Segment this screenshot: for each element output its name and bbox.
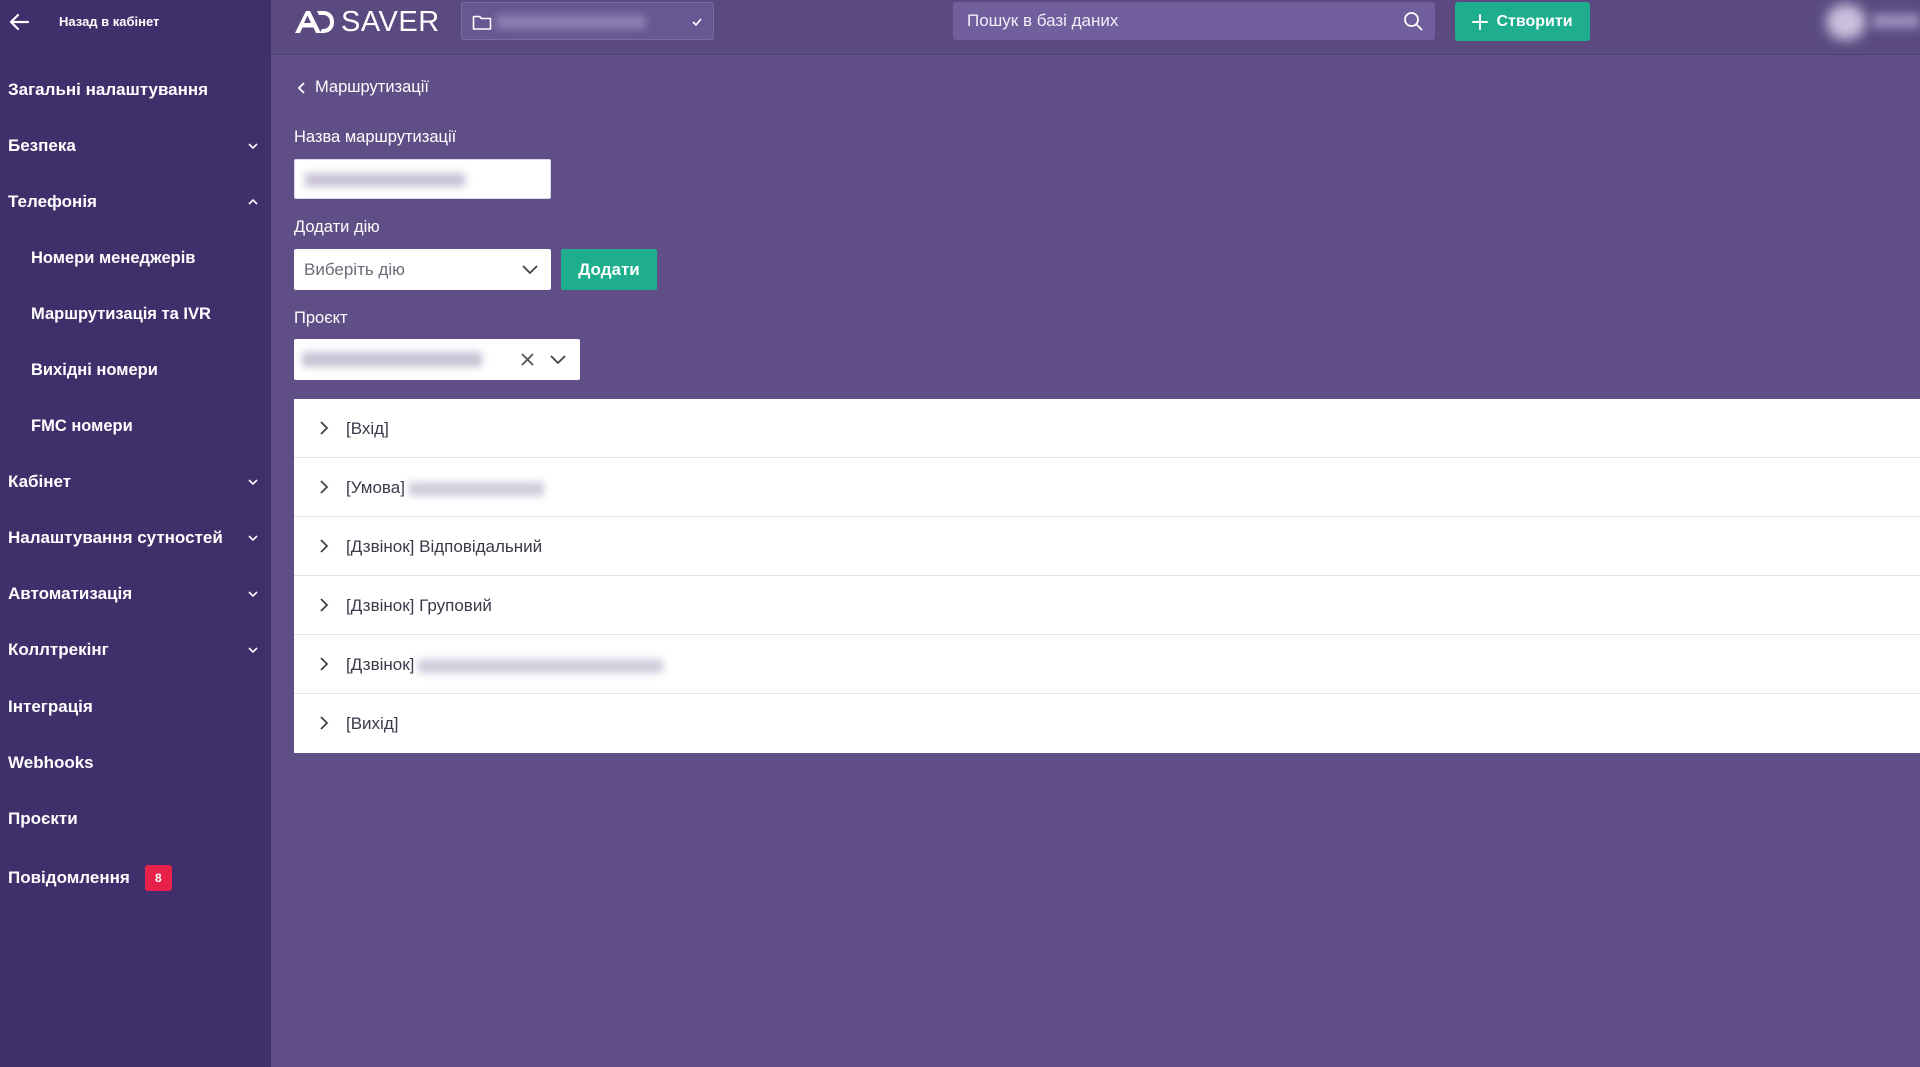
sidebar-item-label: Безпека (8, 136, 76, 155)
check-icon (692, 18, 702, 27)
sidebar-item-entity-settings[interactable]: Налаштування сутностей (0, 518, 271, 558)
avatar[interactable] (1826, 4, 1866, 40)
step-label: [Вихід] (346, 714, 399, 733)
logo[interactable]: SAVER (293, 6, 440, 38)
sidebar-item-label: Вихідні номери (31, 360, 158, 379)
step-label: [Дзвінок] Груповий (346, 596, 492, 615)
sidebar-item-routing-ivr[interactable]: Маршрутизація та IVR (0, 294, 271, 334)
routing-name-redacted (305, 173, 465, 187)
sidebar-item-cabinet[interactable]: Кабінет (0, 462, 271, 502)
search-icon[interactable] (1403, 11, 1423, 31)
chevron-down-icon (248, 647, 258, 654)
add-action-label: Додати дію (294, 218, 380, 236)
sidebar-item-integration[interactable]: Інтеграція (0, 687, 271, 727)
sidebar-item-automation[interactable]: Автоматизація (0, 574, 271, 614)
sidebar-item-manager-numbers[interactable]: Номери менеджерів (0, 238, 271, 278)
routing-steps-list: [Вхід] [Умова] [Дзвінок] Відповідальний … (294, 399, 1920, 753)
sidebar-item-fmc-numbers[interactable]: FMC номери (0, 406, 271, 446)
breadcrumb[interactable]: Маршрутизації (297, 78, 429, 97)
routing-step-entry[interactable]: [Вхід] (294, 399, 1920, 458)
sidebar-item-label: Webhooks (8, 753, 94, 772)
step-label: [Дзвінок] Відповідальний (346, 537, 543, 556)
chevron-down-icon (248, 143, 258, 150)
sidebar-item-label: Налаштування сутностей (8, 528, 223, 547)
chevron-right-icon (320, 657, 329, 671)
action-select[interactable]: Виберіть дію (294, 249, 551, 290)
routing-step-condition[interactable]: [Умова] (294, 458, 1920, 517)
sidebar-item-notifications[interactable]: Повідомлення 8 (0, 858, 271, 898)
notification-count-badge: 8 (144, 865, 172, 891)
routing-step-call-responsible[interactable]: [Дзвінок] Відповідальний (294, 517, 1920, 576)
sidebar-item-webhooks[interactable]: Webhooks (0, 743, 271, 783)
step-label: [Умова] (346, 478, 405, 497)
chevron-down-icon (248, 535, 258, 542)
plus-icon (1472, 13, 1489, 30)
chevron-right-icon (320, 480, 329, 494)
sidebar-item-projects[interactable]: Проєкти (0, 799, 271, 839)
search-input[interactable] (953, 2, 1383, 40)
chevron-right-icon (320, 716, 329, 730)
sidebar-item-label: Телефонія (8, 192, 97, 211)
action-select-placeholder: Виберіть дію (304, 259, 405, 279)
routing-step-exit[interactable]: [Вихід] (294, 694, 1920, 753)
breadcrumb-label: Маршрутизації (315, 78, 429, 96)
add-action-button[interactable]: Додати (561, 249, 657, 290)
close-icon[interactable] (520, 352, 535, 367)
user-name-redacted (1872, 14, 1920, 28)
routing-step-call[interactable]: [Дзвінок] (294, 635, 1920, 694)
sidebar-item-label: Маршрутизація та IVR (31, 304, 211, 323)
project-name-redacted (302, 352, 482, 367)
project-label: Проєкт (294, 309, 348, 327)
sidebar-item-telephony[interactable]: Телефонія (0, 182, 271, 222)
chevron-down-icon (248, 479, 258, 486)
sidebar-item-label: Коллтрекінг (8, 640, 109, 659)
back-to-cabinet[interactable]: Назад в кабінет (0, 0, 271, 44)
arrow-left-icon (9, 13, 30, 31)
folder-name-redacted (496, 15, 646, 29)
sidebar-item-label: Проєкти (8, 809, 78, 828)
routing-step-call-group[interactable]: [Дзвінок] Груповий (294, 576, 1920, 635)
sidebar-item-general-settings[interactable]: Загальні налаштування (0, 70, 271, 110)
sidebar-item-outgoing-numbers[interactable]: Вихідні номери (0, 350, 271, 390)
chevron-down-icon (248, 591, 258, 598)
sidebar-item-label: Інтеграція (8, 697, 93, 716)
sidebar-item-label: Номери менеджерів (31, 248, 196, 267)
create-button-label: Створити (1496, 12, 1573, 30)
step-detail-redacted (408, 481, 544, 496)
chevron-left-icon (297, 81, 305, 94)
sidebar-item-label: Кабінет (8, 472, 72, 491)
back-label: Назад в кабінет (59, 14, 160, 29)
routing-name-label: Назва маршрутизації (294, 128, 457, 146)
chevron-down-icon (522, 265, 538, 275)
sidebar-item-label: Автоматизація (8, 584, 133, 603)
step-label: [Дзвінок] (346, 655, 415, 674)
sidebar: Назад в кабінет Загальні налаштування Бе… (0, 0, 271, 1067)
routing-name-input[interactable] (294, 159, 551, 199)
logo-text: SAVER (341, 5, 440, 38)
folder-icon (472, 15, 492, 30)
project-select[interactable] (294, 339, 580, 380)
chevron-right-icon (320, 598, 329, 612)
chevron-right-icon (320, 539, 329, 553)
sidebar-item-label: Загальні налаштування (8, 80, 209, 99)
chevron-down-icon (550, 355, 566, 365)
logo-mark-icon (295, 11, 334, 33)
search-box (953, 2, 1435, 40)
sidebar-item-label: Повідомлення (8, 868, 130, 887)
create-button[interactable]: Створити (1455, 2, 1590, 41)
step-detail-redacted (418, 658, 664, 673)
step-label: [Вхід] (346, 419, 389, 438)
sidebar-item-calltracking[interactable]: Коллтрекінг (0, 630, 271, 670)
sidebar-item-label: FMC номери (31, 416, 133, 435)
chevron-right-icon (320, 421, 329, 435)
sidebar-item-security[interactable]: Безпека (0, 126, 271, 166)
chevron-up-icon (248, 198, 258, 205)
folder-selector[interactable] (461, 2, 714, 40)
